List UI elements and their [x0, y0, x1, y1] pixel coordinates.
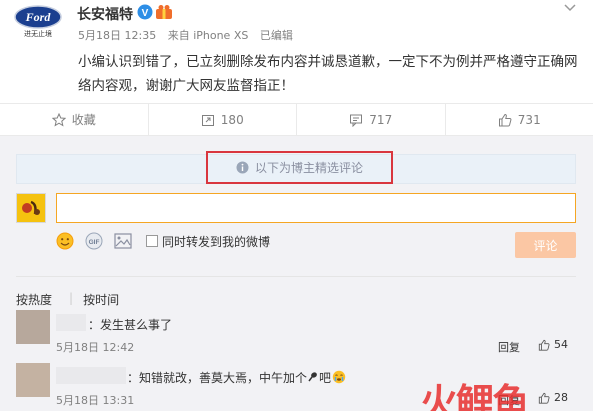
comment-text: ：知错就改，善莫大焉，中午加个吧: [127, 369, 346, 387]
user-avatar[interactable]: [16, 193, 46, 223]
comment-text-main: ：知错就改，善莫大焉，中午加个: [127, 371, 308, 385]
emoji-icon[interactable]: [56, 232, 74, 250]
post-source: 来自 iPhone XS: [167, 29, 249, 42]
like-count: 731: [517, 112, 541, 127]
reply-button[interactable]: 回复: [498, 339, 520, 355]
comment-toolbar: GIF 同时转发到我的微博: [56, 232, 270, 250]
comment-like-button[interactable]: 54: [538, 338, 568, 351]
post-action-bar: 收藏 180 717 731: [0, 103, 593, 136]
comment-text-suffix: 吧: [319, 371, 332, 385]
repost-count: 180: [220, 112, 244, 127]
commenter-avatar[interactable]: [16, 310, 50, 344]
divider: [16, 276, 576, 277]
gif-icon[interactable]: GIF: [84, 232, 104, 250]
weibo-post: Ford 进无止境 长安福特 V 5月18日 12:35 来自 iPhone X…: [0, 0, 593, 103]
crying-emoji-icon: [332, 370, 346, 387]
repost-icon: [201, 114, 214, 126]
comment-like-count: 54: [554, 338, 568, 351]
favorite-button[interactable]: 收藏: [0, 104, 149, 135]
ford-logo-avatar[interactable]: Ford 进无止境: [13, 4, 63, 38]
star-icon: [51, 112, 66, 127]
edited-label[interactable]: 已编辑: [260, 29, 293, 42]
verified-badge-icon: V: [137, 4, 153, 23]
submit-comment-button[interactable]: 评论: [515, 232, 576, 258]
like-button[interactable]: 731: [446, 104, 593, 135]
thumbs-up-icon: [498, 113, 512, 126]
comment-count: 717: [369, 112, 393, 127]
comment-sort-tabs: 按热度 | 按时间: [16, 291, 136, 308]
post-meta: 5月18日 12:35 来自 iPhone XS 已编辑: [78, 27, 301, 43]
svg-text:GIF: GIF: [89, 239, 100, 246]
sort-by-hot-tab[interactable]: 按热度: [16, 291, 52, 308]
watermark-logo: 火鲤鱼: [420, 381, 530, 411]
comment-like-button[interactable]: 28: [538, 391, 568, 404]
thumbs-up-icon: [538, 339, 550, 351]
comment-icon: [350, 114, 363, 127]
comment-time: 5月18日 13:31: [56, 394, 135, 407]
favorite-label: 收藏: [71, 113, 96, 127]
thumbs-up-icon: [538, 392, 550, 404]
sort-by-time-tab[interactable]: 按时间: [83, 291, 119, 308]
post-date[interactable]: 5月18日 12:35: [78, 29, 156, 42]
svg-text:Ford: Ford: [25, 10, 52, 24]
image-icon[interactable]: [114, 233, 132, 249]
svg-text:V: V: [142, 8, 149, 19]
chevron-down-icon[interactable]: [563, 2, 577, 16]
info-icon: [236, 161, 249, 174]
comment-text: ：发生甚么事了: [88, 318, 173, 332]
commenter-name-redacted[interactable]: [56, 314, 86, 331]
microphone-emoji-icon: [307, 371, 319, 386]
comment-input[interactable]: [56, 193, 576, 223]
member-gift-icon: [155, 4, 173, 23]
comment-button[interactable]: 717: [297, 104, 446, 135]
post-content: 小编认识到错了，已立刻删除发布内容并诚恳道歉，一定下不为例并严格遵守正确网络内容…: [78, 54, 578, 94]
author-name[interactable]: 长安福特: [77, 4, 133, 24]
sort-separator: |: [69, 291, 74, 305]
commenter-avatar[interactable]: [16, 363, 50, 397]
repost-check-label: 同时转发到我的微博: [162, 234, 271, 249]
commenter-name-redacted[interactable]: [56, 367, 126, 384]
repost-button[interactable]: 180: [149, 104, 297, 135]
repost-to-my-weibo-checkbox[interactable]: 同时转发到我的微博: [146, 233, 270, 250]
checkbox-box[interactable]: [146, 235, 158, 247]
comment-time: 5月18日 12:42: [56, 341, 135, 354]
curator-notice-text: 以下为博主精选评论: [254, 161, 363, 175]
logo-tagline: 进无止境: [24, 29, 52, 38]
comment-like-count: 28: [554, 391, 568, 404]
curator-notice: 以下为博主精选评论: [206, 151, 393, 184]
